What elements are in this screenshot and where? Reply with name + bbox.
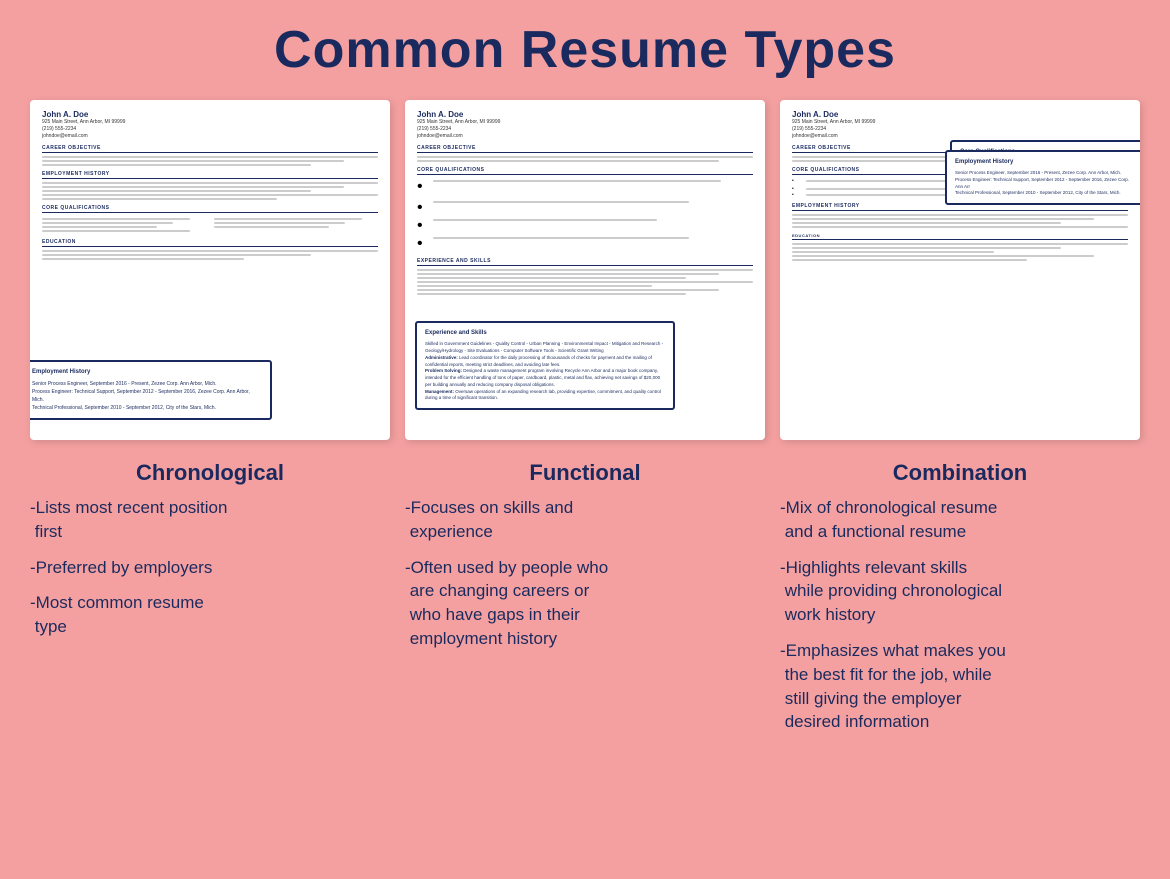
resume-card-combination: John A. Doe 925 Main Street, Ann Arbor, … [780,100,1140,440]
resume-section-emp-1: Employment History [42,171,378,179]
callout-emp-content-1: Senior Process Engineer, September 2016 … [32,380,262,412]
resume-name-3: John A. Doe [792,110,1128,119]
resume-section-core-1: Core Qualifications [42,205,378,213]
callout-emp-title-1: Employment History [32,368,262,377]
bullet-list-chronological: -Lists most recent position first -Prefe… [30,496,390,651]
bullet-list-functional: -Focuses on skills and experience -Often… [405,496,765,663]
col-title-combination: Combination [893,460,1027,486]
callout-skills-content: Skilled in Government Guidelines - Quali… [425,341,665,402]
callout-employment-chron: Employment History Senior Process Engine… [30,360,272,420]
callout-skills-title: Experience and Skills [425,329,665,338]
col-title-chronological: Chronological [136,460,284,486]
callout-emp-content-3: Senior Process Engineer, September 2016 … [955,170,1135,197]
bullet-comb-2: -Highlights relevant skills while provid… [780,556,1140,627]
column-functional: John A. Doe 925 Main Street, Ann Arbor, … [405,100,765,746]
resume-name-2: John A. Doe [417,110,753,119]
resume-card-functional: John A. Doe 925 Main Street, Ann Arbor, … [405,100,765,440]
bullet-list-combination: -Mix of chronological resume and a funct… [780,496,1140,746]
page-title: Common Resume Types [30,20,1140,80]
resume-card-chronological: John A. Doe 925 Main Street, Ann Arbor, … [30,100,390,440]
col-title-functional: Functional [529,460,640,486]
resume-name-1: John A. Doe [42,110,378,119]
bullet-func-2: -Often used by people who are changing c… [405,556,765,651]
bullet-comb-3: -Emphasizes what makes you the best fit … [780,639,1140,734]
resume-section-edu-3: EDUCATION [792,233,1128,240]
bullet-chron-3: -Most common resume type [30,591,390,639]
callout-skills-functional: Experience and Skills Skilled in Governm… [415,321,675,410]
column-combination: John A. Doe 925 Main Street, Ann Arbor, … [780,100,1140,746]
callout-emp-title-3: Employment History [955,158,1135,167]
resume-section-core-2: Core Qualifications [417,167,753,175]
resume-info-3: 925 Main Street, Ann Arbor, MI 99999(219… [792,119,1128,140]
columns-container: John A. Doe 925 Main Street, Ann Arbor, … [30,100,1140,746]
resume-info-1: 925 Main Street, Ann Arbor, MI 99999(219… [42,119,378,140]
resume-section-career-2: Career Objective [417,145,753,153]
bullet-chron-1: -Lists most recent position first [30,496,390,544]
bullet-func-1: -Focuses on skills and experience [405,496,765,544]
callout-emp-combination: Employment History Senior Process Engine… [945,150,1140,205]
bullet-comb-1: -Mix of chronological resume and a funct… [780,496,1140,544]
resume-info-2: 925 Main Street, Ann Arbor, MI 99999(219… [417,119,753,140]
column-chronological: John A. Doe 925 Main Street, Ann Arbor, … [30,100,390,746]
resume-section-expskills-2: Experience and Skills [417,258,753,266]
resume-section-edu-1: Education [42,239,378,247]
bullet-chron-2: -Preferred by employers [30,556,390,580]
resume-section-career-1: Career Objective [42,145,378,153]
